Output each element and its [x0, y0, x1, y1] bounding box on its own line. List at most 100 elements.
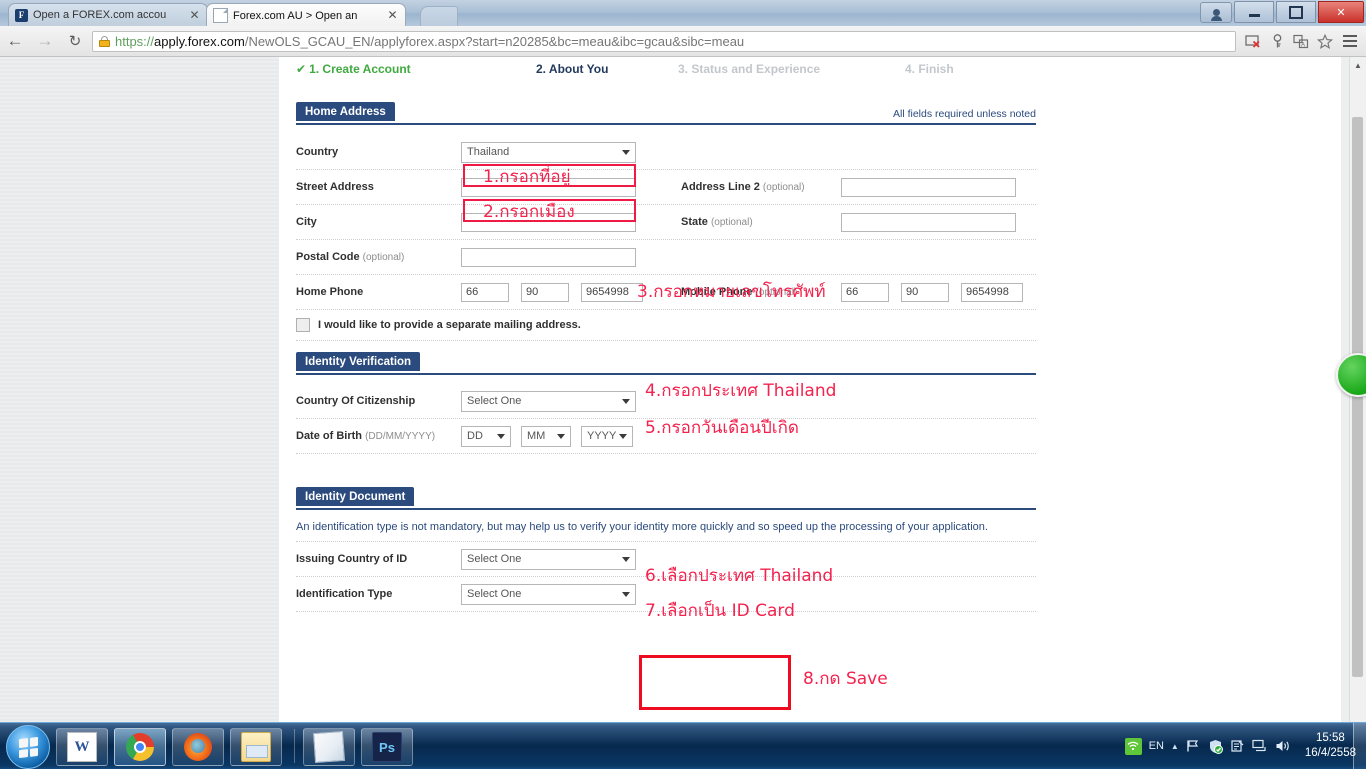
window-controls: ✕	[1200, 1, 1364, 23]
home-phone-country-input[interactable]: 66	[461, 282, 509, 302]
citizenship-label: Country Of Citizenship	[296, 395, 416, 407]
step-2-about-you[interactable]: 2. About You	[536, 62, 608, 76]
language-indicator[interactable]: EN	[1149, 740, 1164, 752]
taskbar-divider	[294, 729, 295, 763]
browser-toolbar-icons: A	[1242, 30, 1366, 52]
translate-icon[interactable]: A	[1290, 30, 1312, 52]
flag-icon[interactable]	[1186, 739, 1201, 753]
forex-f-icon: F	[15, 8, 28, 22]
check-icon: ✔	[296, 62, 307, 76]
minimize-button[interactable]	[1234, 1, 1274, 23]
chevron-down-icon	[622, 591, 630, 597]
bookmark-star-icon[interactable]	[1314, 30, 1336, 52]
taskbar-item-explorer[interactable]	[230, 728, 282, 766]
address-line-2-input[interactable]	[841, 177, 1016, 197]
step-3-status-experience[interactable]: 3. Status and Experience	[678, 62, 820, 76]
page-left-background	[0, 57, 279, 722]
dob-day-value: DD	[467, 429, 483, 442]
section-title: Identity Verification	[296, 352, 421, 371]
scrollbar-thumb[interactable]	[1352, 117, 1363, 677]
home-address-header: Home Address All fields required unless …	[296, 102, 1036, 125]
annotation-text-2: 2.กรอกเมือง	[483, 202, 575, 222]
close-button[interactable]: ✕	[1318, 1, 1364, 23]
chevron-down-icon	[622, 556, 630, 562]
state-input[interactable]	[841, 212, 1016, 232]
tab-close-icon[interactable]: ✕	[386, 9, 399, 22]
show-desktop-button[interactable]	[1353, 723, 1366, 769]
annotation-text-3: 3.กรอกหมายเลขโทรศัพท์	[637, 282, 826, 302]
password-key-icon[interactable]	[1266, 30, 1288, 52]
chrome-icon	[126, 733, 154, 761]
browser-tab-1[interactable]: F Open a FOREX.com accou ✕	[8, 3, 208, 26]
user-avatar-icon[interactable]	[1200, 1, 1232, 23]
notepad-icon	[312, 730, 346, 764]
system-tray: EN ▲ 15:58 16/4/2558	[1124, 723, 1362, 769]
mobile-phone-country-input[interactable]: 66	[841, 282, 889, 302]
maximize-button[interactable]	[1276, 1, 1316, 23]
taskbar-item-chrome[interactable]	[114, 728, 166, 766]
tab-title: Forex.com AU > Open an	[233, 9, 358, 22]
taskbar-item-notepad[interactable]	[303, 728, 355, 766]
volume-icon[interactable]	[1275, 739, 1292, 753]
mobile-phone-area-input[interactable]: 90	[901, 282, 949, 302]
action-center-icon[interactable]	[1230, 739, 1245, 754]
section-title: Identity Document	[296, 487, 415, 506]
tab-title: Open a FOREX.com accou	[33, 9, 167, 21]
identity-verification-header: Identity Verification	[296, 352, 1036, 375]
new-tab-button[interactable]	[420, 6, 458, 27]
shield-icon[interactable]	[1208, 739, 1223, 754]
citizenship-select[interactable]: Select One	[461, 390, 636, 412]
wifi-icon[interactable]	[1124, 737, 1142, 755]
dob-day-select[interactable]: DD	[461, 425, 511, 447]
country-label: Country	[296, 146, 339, 158]
network-icon[interactable]	[1252, 739, 1268, 753]
windows-start-orb[interactable]	[6, 725, 50, 769]
forward-arrow-icon[interactable]: →	[30, 26, 60, 56]
home-phone-area-input[interactable]: 90	[521, 282, 569, 302]
postal-code-label: Postal Code (optional)	[296, 251, 405, 263]
taskbar-item-photoshop[interactable]: Ps	[361, 728, 413, 766]
chevron-down-icon	[619, 433, 627, 439]
street-address-label: Street Address	[296, 181, 374, 193]
browser-tab-2[interactable]: Forex.com AU > Open an ✕	[206, 3, 406, 27]
identification-type-select[interactable]: Select One	[461, 583, 636, 605]
identity-document-header: Identity Document	[296, 487, 1036, 510]
scroll-up-arrow-icon[interactable]: ▲	[1350, 57, 1366, 74]
taskbar-item-word[interactable]: W	[56, 728, 108, 766]
folder-icon	[241, 732, 271, 762]
issuing-country-select[interactable]: Select One	[461, 548, 636, 570]
windows-taskbar: W Ps EN ▲ 15:58 16/4/2558	[0, 722, 1366, 769]
chrome-browser-window: F Open a FOREX.com accou ✕ Forex.com AU …	[0, 0, 1366, 722]
identification-type-selected-value: Select One	[467, 587, 522, 600]
back-arrow-icon[interactable]: ←	[0, 26, 30, 56]
show-hidden-icons-arrow[interactable]: ▲	[1171, 742, 1179, 751]
address-bar[interactable]: https://apply.forex.com/NewOLS_GCAU_EN/a…	[92, 30, 1236, 52]
step-label: 2. About You	[536, 62, 609, 76]
home-phone-number-input[interactable]: 9654998	[581, 282, 643, 302]
step-4-finish[interactable]: 4. Finish	[905, 62, 954, 76]
dob-year-select[interactable]: YYYY	[581, 425, 633, 447]
popup-blocked-icon[interactable]	[1242, 30, 1264, 52]
reload-icon[interactable]: ↻	[60, 26, 90, 56]
clock-date: 16/4/2558	[1304, 747, 1356, 759]
postal-code-row: Postal Code (optional)	[296, 240, 1036, 275]
identity-document-note: An identification type is not mandatory,…	[296, 521, 988, 533]
mobile-phone-number-input[interactable]: 9654998	[961, 282, 1023, 302]
separate-mailing-address-checkbox[interactable]	[296, 318, 310, 332]
tab-close-icon[interactable]: ✕	[188, 9, 201, 22]
annotation-text-7: 7.เลือกเป็น ID Card	[645, 601, 795, 621]
issuing-country-label: Issuing Country of ID	[296, 553, 408, 565]
chrome-menu-icon[interactable]	[1338, 30, 1362, 52]
postal-code-input[interactable]	[461, 247, 636, 267]
step-1-create-account[interactable]: ✔ 1. Create Account	[296, 62, 411, 76]
document-icon	[213, 8, 228, 23]
insecure-lock-icon	[99, 35, 110, 47]
country-select[interactable]: Thailand	[461, 141, 636, 163]
chevron-down-icon	[622, 398, 630, 404]
annotation-text-1: 1.กรอกที่อยู่	[483, 167, 571, 187]
city-row: City State (optional)	[296, 205, 1036, 240]
firefox-icon	[184, 733, 212, 761]
chevron-down-icon	[557, 433, 565, 439]
taskbar-item-firefox[interactable]	[172, 728, 224, 766]
dob-month-select[interactable]: MM	[521, 425, 571, 447]
